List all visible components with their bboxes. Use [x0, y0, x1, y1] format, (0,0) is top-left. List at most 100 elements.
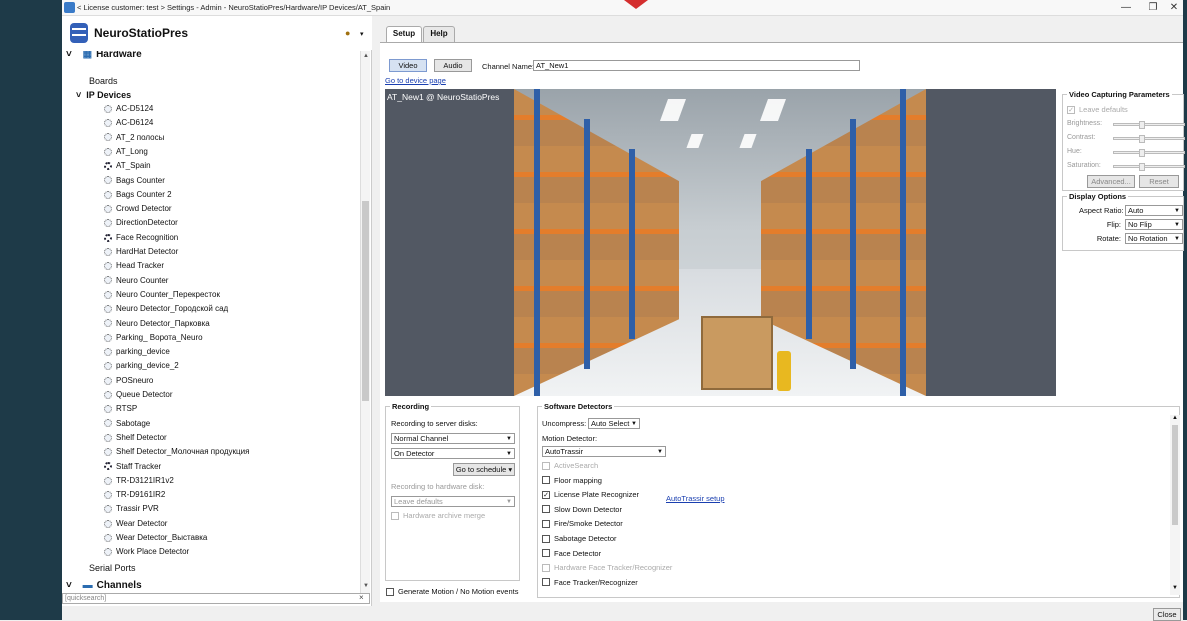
tree-device-item[interactable]: POSneuro — [104, 374, 153, 388]
detector-checkbox[interactable]: Sabotage Detector — [542, 534, 617, 543]
scroll-thumb[interactable] — [1172, 425, 1178, 525]
sidebar-scrollbar[interactable]: ▲ ▼ — [360, 51, 370, 593]
tree-device-item[interactable]: Sabotage — [104, 417, 150, 431]
close-button[interactable]: Close — [1153, 608, 1181, 621]
clear-search-icon[interactable]: × — [359, 593, 364, 602]
rotate-select[interactable]: No Rotation ▼ — [1125, 233, 1183, 244]
close-window-button[interactable]: ✕ — [1166, 2, 1182, 13]
checkbox-box[interactable] — [542, 519, 550, 528]
generate-motion-checkbox[interactable]: Generate Motion / No Motion events — [386, 587, 518, 596]
tree-device-item[interactable]: Work Place Detector — [104, 545, 189, 559]
checkbox-box[interactable] — [542, 549, 550, 558]
scroll-down-icon[interactable]: ▼ — [1170, 585, 1180, 591]
tree-hardware[interactable]: ˅ ▦ Hardware — [66, 51, 142, 62]
contrast-slider[interactable] — [1113, 135, 1185, 143]
tree-device-item[interactable]: AT_2 полосы — [104, 131, 164, 145]
tree-device-item[interactable]: Neuro Counter_Перекресток — [104, 288, 220, 302]
reset-button[interactable]: Reset — [1139, 175, 1179, 188]
tree-device-item[interactable]: AC-D5124 — [104, 102, 153, 116]
tree-device-item[interactable]: Staff Tracker — [104, 460, 161, 474]
checkbox-box[interactable] — [542, 476, 550, 485]
video-preview[interactable]: AT_New1 @ NeuroStatioPres — [385, 89, 1056, 396]
tree-serial-ports[interactable]: Serial Ports — [89, 561, 136, 575]
audio-button[interactable]: Audio — [434, 59, 472, 72]
tab-help[interactable]: Help — [423, 26, 455, 42]
checkbox-box[interactable] — [542, 578, 550, 587]
flip-select[interactable]: No Flip ▼ — [1125, 219, 1183, 230]
tree-device-item[interactable]: parking_device — [104, 345, 170, 359]
checkbox-box[interactable]: ✓ — [542, 490, 550, 499]
detectors-scrollbar[interactable]: ▲ ▼ — [1170, 415, 1180, 595]
tree-device-item[interactable]: Neuro Counter — [104, 274, 168, 288]
checkbox-box[interactable] — [542, 461, 550, 470]
tree-device-item[interactable]: RTSP — [104, 402, 137, 416]
saturation-slider[interactable] — [1113, 163, 1185, 171]
tree-device-item[interactable]: Trassir PVR — [104, 502, 159, 516]
tree-device-item[interactable]: AC-D6124 — [104, 116, 153, 130]
recording-hardware-select[interactable]: Leave defaults ▼ — [391, 496, 515, 507]
go-to-device-page-link[interactable]: Go to device page — [385, 76, 446, 85]
detector-checkbox[interactable]: Hardware Face Tracker/Recognizer — [542, 563, 672, 572]
brightness-slider[interactable] — [1113, 121, 1185, 129]
app-gear-icon[interactable] — [64, 2, 75, 13]
video-button[interactable]: Video — [389, 59, 427, 72]
recording-channel-select[interactable]: Normal Channel ▼ — [391, 433, 515, 444]
detector-checkbox[interactable]: ActiveSearch — [542, 461, 598, 470]
tab-setup[interactable]: Setup — [386, 26, 422, 42]
autotrassir-setup-link[interactable]: AutoTrassir setup — [666, 494, 725, 503]
tree-device-item[interactable]: Wear Detector — [104, 517, 167, 531]
tree-device-item[interactable]: Crowd Detector — [104, 202, 172, 216]
chevron-down-icon[interactable]: ▾ — [360, 30, 364, 38]
detector-checkbox[interactable]: ✓ License Plate Recognizer — [542, 490, 639, 499]
tree-device-item[interactable]: AT_Spain — [104, 159, 151, 173]
tree-device-item[interactable]: Face Recognition — [104, 231, 178, 245]
recording-mode-select[interactable]: On Detector ▼ — [391, 448, 515, 459]
tree-device-item[interactable]: Parking_ Ворота_Neuro — [104, 331, 203, 345]
checkbox-box[interactable] — [542, 534, 550, 543]
tree-device-item[interactable]: Shelf Detector — [104, 431, 167, 445]
checkbox-box[interactable] — [542, 505, 550, 514]
advanced-button[interactable]: Advanced... — [1087, 175, 1135, 188]
hardware-archive-merge-checkbox[interactable]: Hardware archive merge — [391, 511, 485, 520]
tree-device-item[interactable]: AT_Long — [104, 145, 148, 159]
tree-channels[interactable]: ˅ ▬ Channels — [66, 579, 142, 593]
tree-device-item[interactable]: Shelf Detector_Молочная продукция — [104, 445, 249, 459]
scroll-up-icon[interactable]: ▲ — [1170, 415, 1180, 421]
tree-device-item[interactable]: Neuro Detector_Городской сад — [104, 302, 228, 316]
minimize-button[interactable]: — — [1118, 2, 1134, 13]
scroll-thumb[interactable] — [362, 201, 369, 401]
tree-device-item[interactable]: Head Tracker — [104, 259, 164, 273]
tree-device-item[interactable]: Neuro Detector_Парковка — [104, 317, 210, 331]
detector-checkbox[interactable]: Floor mapping — [542, 476, 602, 485]
collapse-chevron-icon[interactable]: ˅ — [76, 90, 81, 100]
tree-device-item[interactable]: Queue Detector — [104, 388, 172, 402]
go-to-schedule-button[interactable]: Go to schedule ▾ — [453, 463, 515, 476]
tree-ip-devices[interactable]: ˅ IP Devices — [76, 88, 131, 102]
tree-device-item[interactable]: parking_device_2 — [104, 359, 179, 373]
hue-slider[interactable] — [1113, 149, 1185, 157]
collapse-chevron-icon[interactable]: ˅ — [66, 51, 72, 60]
tree-device-item[interactable]: DirectionDetector — [104, 216, 178, 230]
detector-checkbox[interactable]: Face Tracker/Recognizer — [542, 578, 638, 587]
leave-defaults-checkbox[interactable]: ✓ Leave defaults — [1067, 105, 1128, 114]
checkbox-box[interactable] — [542, 563, 550, 572]
user-icon[interactable]: ● — [345, 28, 350, 38]
tree-device-item[interactable]: TR-D3121IR1v2 — [104, 474, 174, 488]
tree-device-item[interactable]: Bags Counter — [104, 174, 165, 188]
tree-device-item[interactable]: HardHat Detector — [104, 245, 178, 259]
detector-checkbox[interactable]: Slow Down Detector — [542, 505, 622, 514]
scroll-down-icon[interactable]: ▼ — [361, 583, 371, 589]
scroll-up-icon[interactable]: ▲ — [361, 53, 371, 59]
detector-checkbox[interactable]: Face Detector — [542, 549, 601, 558]
tree-boards[interactable]: Boards — [89, 74, 118, 88]
maximize-button[interactable]: ❐ — [1145, 2, 1161, 13]
tree-device-item[interactable]: Wear Detector_Выставка — [104, 531, 207, 545]
tree-device-item[interactable]: TR-D9161IR2 — [104, 488, 165, 502]
aspect-ratio-select[interactable]: Auto ▼ — [1125, 205, 1183, 216]
motion-detector-select[interactable]: AutoTrassir ▼ — [542, 446, 666, 457]
channel-name-input[interactable]: AT_New1 — [533, 60, 860, 71]
expand-chevron-icon[interactable]: ˅ — [66, 580, 72, 591]
quicksearch-input[interactable]: [quicksearch] — [62, 593, 370, 604]
uncompress-select[interactable]: Auto Select ▼ — [588, 418, 640, 429]
detector-checkbox[interactable]: Fire/Smoke Detector — [542, 519, 623, 528]
